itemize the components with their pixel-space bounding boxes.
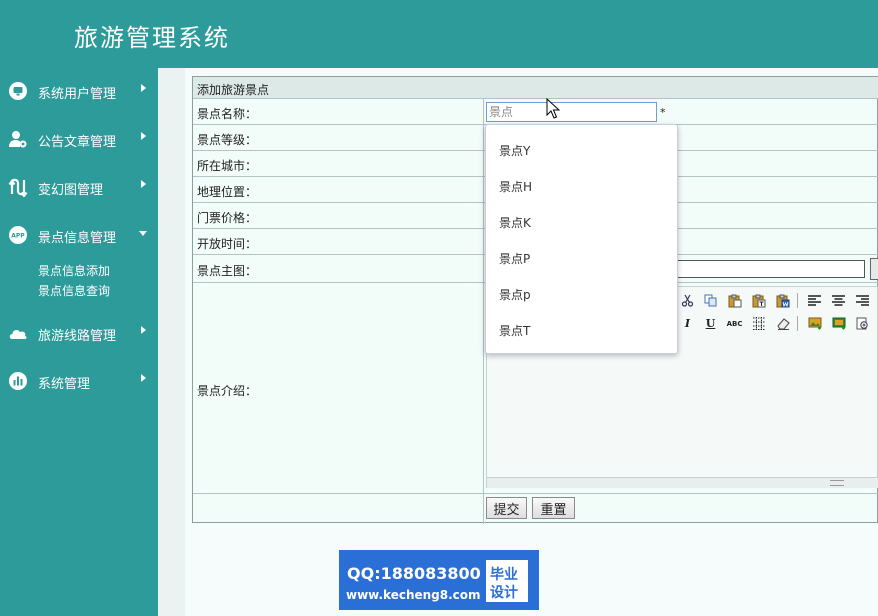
sidebar-item-system[interactable]: 系统管理 — [0, 361, 158, 401]
sidebar-item-label: 变幻图管理 — [38, 183, 104, 198]
watermark-url: www.kecheng8.com — [346, 588, 481, 602]
sidebar-item-label: 系统管理 — [38, 377, 91, 392]
chevron-right-icon — [141, 132, 146, 140]
row-label: 地理位置： — [197, 185, 258, 199]
submit-button[interactable]: 提交 — [486, 497, 527, 519]
insert-media-icon[interactable] — [831, 316, 846, 331]
row-label: 景点等级： — [197, 133, 258, 147]
app-icon: APP — [9, 226, 27, 244]
cut-icon[interactable] — [680, 293, 695, 308]
user-gear-icon — [9, 131, 27, 148]
paste-text-icon[interactable] — [751, 293, 766, 308]
toolbar-separator — [797, 316, 798, 331]
editor-statusbar — [487, 477, 878, 488]
autocomplete-option[interactable]: 景点T — [499, 322, 530, 339]
row-label: 所在城市： — [197, 159, 258, 173]
insert-image-icon[interactable] — [807, 316, 822, 331]
sidebar-item-label: 系统用户管理 — [38, 87, 117, 102]
watermark-banner: QQ:188083800 www.kecheng8.com 毕业 设计 — [339, 550, 539, 610]
sidebar-item-label: 旅游线路管理 — [38, 329, 117, 344]
paste-word-icon[interactable] — [775, 293, 790, 308]
watermark-badge-line2: 设计 — [490, 585, 518, 601]
toolbar-separator — [797, 293, 798, 308]
chevron-down-icon — [139, 231, 147, 236]
sidebar: 系统用户管理 公告文章管理 变幻图管理 APP 景点信息管理 景点信息添加 景点… — [0, 68, 158, 616]
form-caption-text: 添加旅游景点 — [197, 83, 270, 97]
copy-icon[interactable] — [703, 293, 718, 308]
italic-icon[interactable]: I — [680, 316, 695, 331]
resize-handle-icon[interactable] — [830, 480, 844, 486]
autocomplete-option[interactable]: 景点H — [499, 178, 532, 195]
watermark-badge-line1: 毕业 — [490, 567, 518, 583]
sidebar-item-system-users[interactable]: 系统用户管理 — [0, 71, 158, 111]
sidebar-item-label: 景点信息管理 — [38, 231, 117, 246]
strikethrough-icon[interactable]: ABC — [727, 316, 743, 331]
svg-text:APP: APP — [11, 233, 25, 240]
row-label: 开放时间： — [197, 237, 258, 251]
link-icon[interactable] — [855, 316, 870, 331]
underline-icon[interactable]: U — [703, 316, 718, 331]
cloud-icon — [9, 330, 27, 339]
table-icon[interactable] — [751, 316, 766, 331]
bar-chart-icon — [9, 372, 27, 390]
mouse-cursor-icon — [546, 98, 560, 119]
align-left-icon[interactable] — [807, 293, 822, 308]
monitor-icon — [9, 82, 27, 100]
watermark-qq: QQ:188083800 — [347, 564, 481, 583]
main-image-field[interactable] — [675, 260, 865, 278]
app-header: 旅游管理系统 — [0, 0, 878, 68]
sidebar-item-announcements[interactable]: 公告文章管理 — [0, 119, 158, 159]
sidebar-subitem-query-spot[interactable]: 景点信息查询 — [38, 282, 110, 299]
browse-button[interactable] — [870, 258, 878, 280]
eraser-icon[interactable] — [775, 316, 790, 331]
sidebar-subitem-add-spot[interactable]: 景点信息添加 — [38, 262, 110, 279]
spot-name-input[interactable] — [486, 102, 657, 122]
autocomplete-option[interactable]: 景点Y — [499, 142, 530, 159]
align-right-icon[interactable] — [855, 293, 870, 308]
transform-icon — [8, 178, 28, 197]
autocomplete-option[interactable]: 景点K — [499, 214, 531, 231]
chevron-right-icon — [141, 84, 146, 92]
row-label: 门票价格： — [197, 211, 258, 225]
app-title: 旅游管理系统 — [74, 24, 230, 52]
sidebar-item-scenic-spots[interactable]: APP 景点信息管理 — [0, 215, 158, 255]
row-label: 景点主图： — [197, 264, 258, 278]
sidebar-item-routes[interactable]: 旅游线路管理 — [0, 313, 158, 353]
align-center-icon[interactable] — [831, 293, 846, 308]
reset-button[interactable]: 重置 — [532, 497, 575, 519]
autocomplete-dropdown: 景点Y 景点H 景点K 景点P 景点p 景点T — [485, 124, 678, 354]
chevron-right-icon — [141, 326, 146, 334]
chevron-right-icon — [141, 374, 146, 382]
sidebar-item-banners[interactable]: 变幻图管理 — [0, 167, 158, 207]
chevron-right-icon — [141, 180, 146, 188]
form-caption: 添加旅游景点 — [193, 77, 878, 99]
row-label: 景点名称： — [197, 107, 258, 121]
autocomplete-option[interactable]: 景点p — [499, 286, 531, 303]
watermark-badge: 毕业 设计 — [486, 560, 528, 602]
paste-icon[interactable] — [727, 293, 742, 308]
row-label: 景点介绍： — [197, 384, 258, 398]
autocomplete-option[interactable]: 景点P — [499, 250, 530, 267]
sidebar-item-label: 公告文章管理 — [38, 135, 117, 150]
required-mark: * — [660, 106, 666, 119]
